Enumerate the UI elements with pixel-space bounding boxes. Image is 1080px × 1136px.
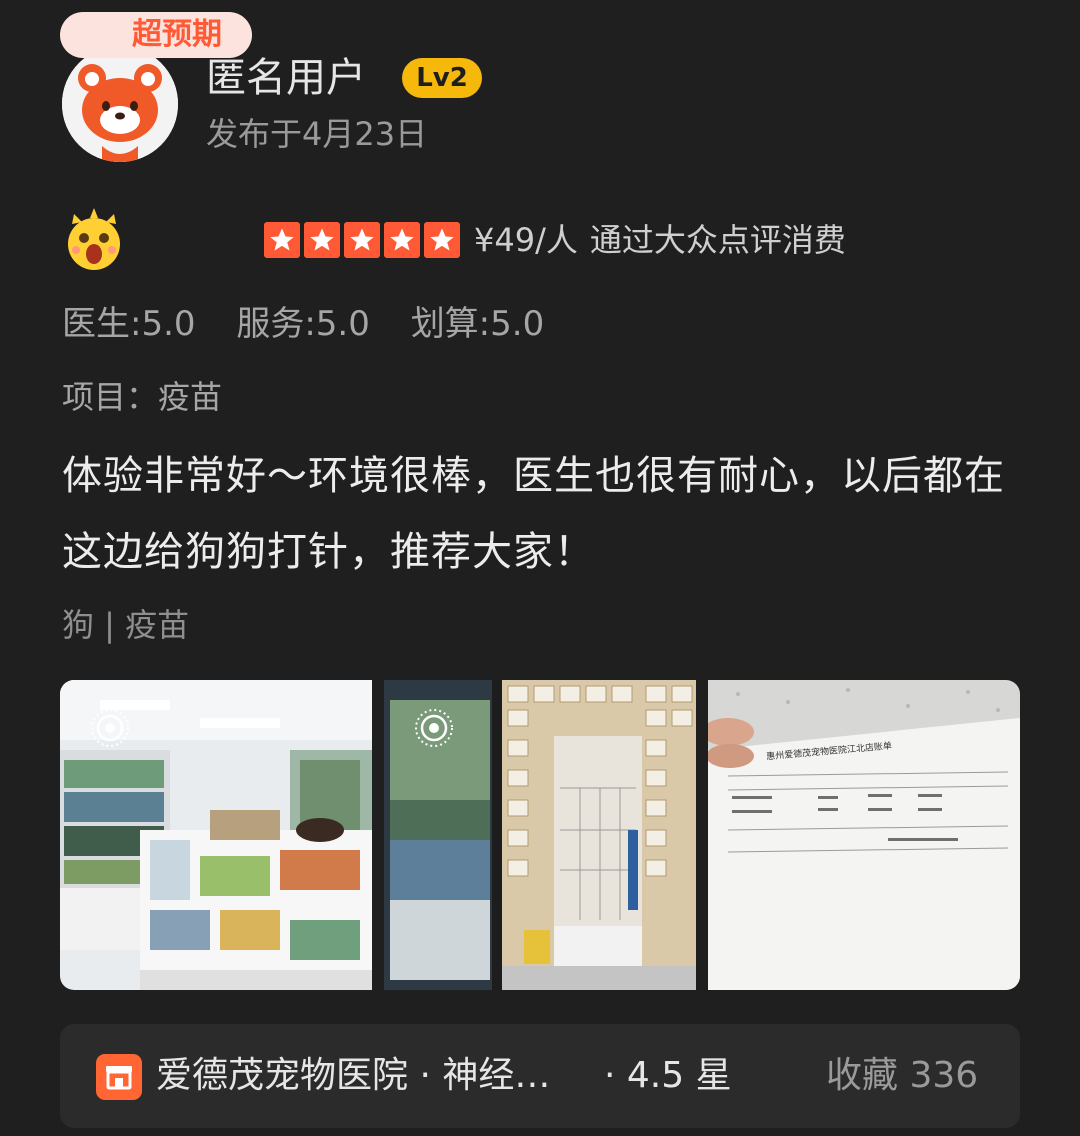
score-doctor: 医生:5.0 <box>62 304 196 344</box>
price-info: ¥49/人 通过大众点评消费 <box>474 216 846 264</box>
live-photo-icon <box>90 708 130 748</box>
price-per-person: ¥49/人 <box>474 221 578 259</box>
star-icon <box>264 222 300 258</box>
avatar[interactable] <box>62 46 178 162</box>
post-date: 发布于4月23日 <box>206 115 428 153</box>
score-value: 划算:5.0 <box>410 304 545 344</box>
star-rating <box>264 222 460 258</box>
shop-favorites[interactable]: 收藏 336 <box>826 1050 978 1102</box>
project-label: 项目：疫苗 <box>62 378 223 416</box>
shop-icon <box>96 1054 142 1100</box>
photo-clinic-cages[interactable] <box>384 680 696 990</box>
shop-card[interactable]: 爱德茂宠物医院 · 神经… · 4.5 星 收藏 336 <box>60 1024 1020 1128</box>
star-icon <box>424 222 460 258</box>
review-card: 匿名用户 Lv2 发布于4月23日 超预期 ¥49/人 通过大众点评消费 医生:5… <box>0 0 1080 1136</box>
photo-store-shelves[interactable] <box>60 680 372 990</box>
sub-scores: 医生:5.0 服务:5.0 划算:5.0 <box>62 300 574 348</box>
star-icon <box>384 222 420 258</box>
star-icon <box>304 222 340 258</box>
shop-name[interactable]: 爱德茂宠物医院 · 神经… <box>156 1050 550 1102</box>
photo-receipt[interactable]: 惠州爱德茂宠物医院江北店账单 <box>708 680 1020 990</box>
level-badge: Lv2 <box>402 58 482 98</box>
live-photo-icon <box>414 708 454 748</box>
score-service: 服务:5.0 <box>236 304 370 344</box>
star-icon <box>344 222 380 258</box>
username[interactable]: 匿名用户 <box>206 52 366 104</box>
exceed-expectation-badge: 超预期 <box>60 12 252 58</box>
review-text[interactable]: 体验非常好～环境很棒，医生也很有耐心，以后都在这边给狗狗打针，推荐大家！ <box>62 438 1022 590</box>
red-panda-icon <box>62 46 178 162</box>
shop-rating: · 4.5 星 <box>604 1055 732 1096</box>
surprised-face-icon <box>62 208 126 272</box>
tags[interactable]: 狗 | 疫苗 <box>62 602 189 648</box>
consumption-channel: 通过大众点评消费 <box>589 221 846 259</box>
